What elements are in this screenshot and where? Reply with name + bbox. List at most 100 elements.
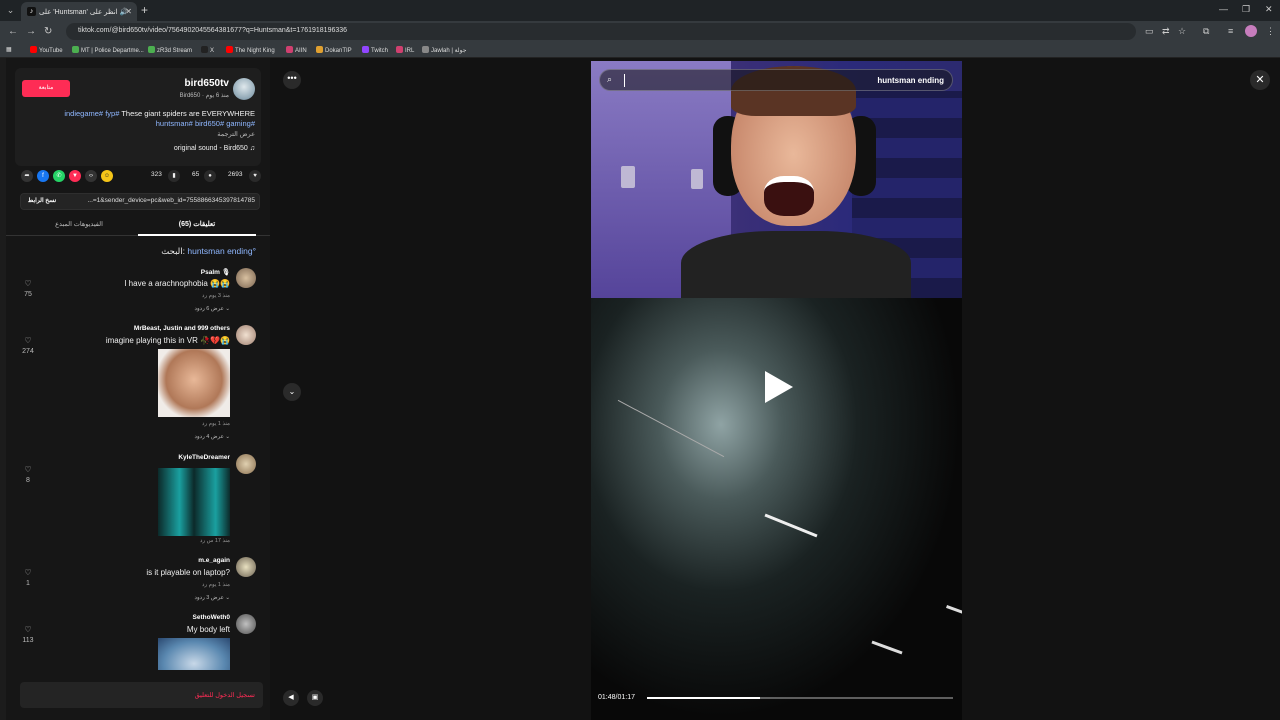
- apps-grid-icon[interactable]: ▦: [6, 46, 12, 53]
- maximize-icon[interactable]: ❐: [1242, 4, 1250, 15]
- emoji-share-icon[interactable]: ☺: [101, 170, 113, 182]
- tab-search-icon[interactable]: ≡: [1228, 26, 1233, 36]
- close-icon[interactable]: ✕: [1250, 70, 1270, 90]
- bookmark-star-icon[interactable]: ☆: [1178, 26, 1186, 37]
- avatar[interactable]: [236, 268, 256, 288]
- comment-text: I have a arachnophobia 😭😭: [124, 279, 230, 288]
- original-sound[interactable]: original sound - Bird650 ♫: [174, 145, 255, 152]
- avatar[interactable]: [236, 325, 256, 345]
- author-name[interactable]: bird650tv: [185, 78, 229, 89]
- bookmark-icon[interactable]: ▮: [168, 170, 180, 182]
- follow-button[interactable]: متابعة: [22, 80, 70, 97]
- like-heart-icon[interactable]: ♡: [20, 279, 36, 288]
- author-avatar[interactable]: [233, 78, 255, 100]
- comment-bubble-icon[interactable]: ●: [204, 170, 216, 182]
- bookmark-dokantip[interactable]: DokanTIP: [316, 46, 352, 54]
- comment-meta[interactable]: منذ 3 يوم رد: [202, 293, 230, 299]
- bookmark-irl[interactable]: IRL: [396, 46, 414, 54]
- description-text: These giant spiders are EVERYWHERE: [121, 109, 255, 118]
- bookmark-aiin[interactable]: AIIN: [286, 46, 307, 54]
- avatar[interactable]: [236, 557, 256, 577]
- comment-login-box[interactable]: تسجيل الدخول للتعليق: [20, 682, 263, 708]
- url-input[interactable]: tiktok.com/@bird650tv/video/756490204556…: [66, 23, 1136, 40]
- forward-icon[interactable]: →: [26, 26, 36, 37]
- volume-icon[interactable]: ◀: [283, 690, 299, 706]
- related-search[interactable]: البحث: huntsman ending°: [161, 246, 256, 257]
- hashtags-line-1[interactable]: indiegame# fyp#: [64, 109, 119, 118]
- more-options-icon[interactable]: •••: [283, 71, 301, 89]
- tiktok-share-icon[interactable]: ▼: [69, 170, 81, 182]
- bookmark-mt-police[interactable]: MT | Police Departme...: [72, 46, 144, 54]
- share-link-text[interactable]: ...=1&sender_device=pc&web_id=7558866345…: [65, 197, 255, 204]
- tab-list-icon[interactable]: ⌄: [3, 3, 18, 17]
- reload-icon[interactable]: ↻: [44, 26, 52, 37]
- view-replies-label: عرض 3 ردود: [194, 595, 224, 601]
- back-icon[interactable]: ←: [8, 26, 18, 37]
- tab-comments[interactable]: تعليقات (65): [138, 220, 256, 236]
- comment-author[interactable]: m.e_again: [198, 557, 230, 564]
- video-search-bar[interactable]: ⌕ huntsman ending: [599, 69, 953, 91]
- bookmark-x[interactable]: X: [201, 46, 214, 54]
- video-player[interactable]: ⌕ huntsman ending 01:48/01:17: [591, 61, 962, 720]
- view-replies[interactable]: عرض 6 ردود ⌄: [195, 306, 230, 312]
- play-icon[interactable]: [765, 371, 793, 403]
- view-replies[interactable]: عرض 3 ردود ⌄: [195, 595, 230, 601]
- like-heart-icon[interactable]: ♡: [20, 568, 36, 577]
- comment-meta[interactable]: منذ 17 س رد: [200, 538, 230, 544]
- whatsapp-icon[interactable]: ✆: [53, 170, 65, 182]
- comment-image[interactable]: [158, 638, 230, 670]
- comment-image[interactable]: [158, 468, 230, 536]
- share-arrow-icon[interactable]: ➦: [21, 170, 33, 182]
- browser-tab-bar: ⌄ ♪ على 'Huntsman' انظر على 🔊 ✕ + — ❐ ✕: [0, 0, 1280, 21]
- bookmark-jawlah[interactable]: Jawlah | جولة: [422, 46, 466, 54]
- like-heart-icon[interactable]: ♡: [20, 336, 36, 345]
- minimize-icon[interactable]: —: [1219, 4, 1228, 14]
- bookmark-zr3d-stream[interactable]: zR3d Stream: [148, 46, 192, 54]
- copy-link-button[interactable]: نسخ الرابط: [21, 194, 63, 209]
- picture-in-picture-icon[interactable]: ▣: [307, 690, 323, 706]
- comment-author[interactable]: SethoWeth0: [193, 614, 230, 621]
- bookmark-night-king[interactable]: The Night King: [226, 46, 275, 54]
- like-heart-icon[interactable]: ♡: [20, 625, 36, 634]
- bookmark-twitch[interactable]: Twitch: [362, 46, 388, 54]
- new-tab-icon[interactable]: +: [141, 3, 148, 17]
- facebook-icon[interactable]: f: [37, 170, 49, 182]
- tab-creator-videos[interactable]: الفيديوهات المبدع: [20, 220, 138, 228]
- chevron-down-icon[interactable]: ⌄: [283, 383, 301, 401]
- comments-count: 65: [192, 171, 200, 178]
- extensions-icon[interactable]: ⧉: [1203, 26, 1209, 37]
- translate-icon[interactable]: ⇄: [1162, 26, 1170, 37]
- avatar[interactable]: [236, 454, 256, 474]
- profile-avatar[interactable]: [1245, 25, 1257, 37]
- like-heart-icon[interactable]: ♡: [20, 465, 36, 474]
- video-progress-bar[interactable]: [647, 697, 953, 699]
- hashtags-line-2[interactable]: huntsman# bird650# gaming#: [156, 119, 255, 128]
- comment-author[interactable]: Psalm 🎙: [201, 268, 230, 276]
- cast-icon[interactable]: ▭: [1145, 26, 1154, 37]
- video-search-query[interactable]: huntsman ending: [877, 76, 944, 85]
- floor-edge: [617, 399, 725, 458]
- login-to-comment-label[interactable]: تسجيل الدخول للتعليق: [195, 691, 255, 699]
- comment-text: imagine playing this in VR 🥀💔😭: [105, 336, 230, 345]
- video-description: indiegame# fyp# These giant spiders are …: [19, 109, 255, 140]
- avatar[interactable]: [236, 614, 256, 634]
- copy-link-box: نسخ الرابط ...=1&sender_device=pc&web_id…: [20, 193, 260, 210]
- heart-icon[interactable]: ♥: [249, 170, 261, 182]
- see-translation-link[interactable]: عرض الترجمة: [217, 131, 255, 138]
- comment-meta[interactable]: منذ 1 يوم رد: [202, 582, 230, 588]
- comment-author[interactable]: MrBeast, Justin and 999 others: [134, 325, 230, 332]
- comment-meta[interactable]: منذ 1 يوم رد: [202, 421, 230, 427]
- view-replies[interactable]: عرض 4 ردود ⌄: [195, 434, 230, 440]
- embed-code-icon[interactable]: ‹›: [85, 170, 97, 182]
- window-close-icon[interactable]: ✕: [1265, 4, 1273, 15]
- browser-menu-icon[interactable]: ⋮: [1266, 26, 1275, 37]
- facecam-overlay: [591, 61, 962, 298]
- bookmark-youtube[interactable]: YouTube: [30, 46, 63, 54]
- browser-tab[interactable]: ♪ على 'Huntsman' انظر على 🔊 ✕: [21, 2, 137, 21]
- tab-close-icon[interactable]: ✕: [125, 7, 132, 16]
- comment-image[interactable]: [158, 349, 230, 417]
- music-note-icon: ♫: [249, 145, 255, 152]
- search-icon[interactable]: ⌕: [607, 74, 612, 85]
- search-query-link[interactable]: huntsman ending: [187, 246, 252, 256]
- comment-author[interactable]: KyleTheDreamer: [178, 454, 230, 461]
